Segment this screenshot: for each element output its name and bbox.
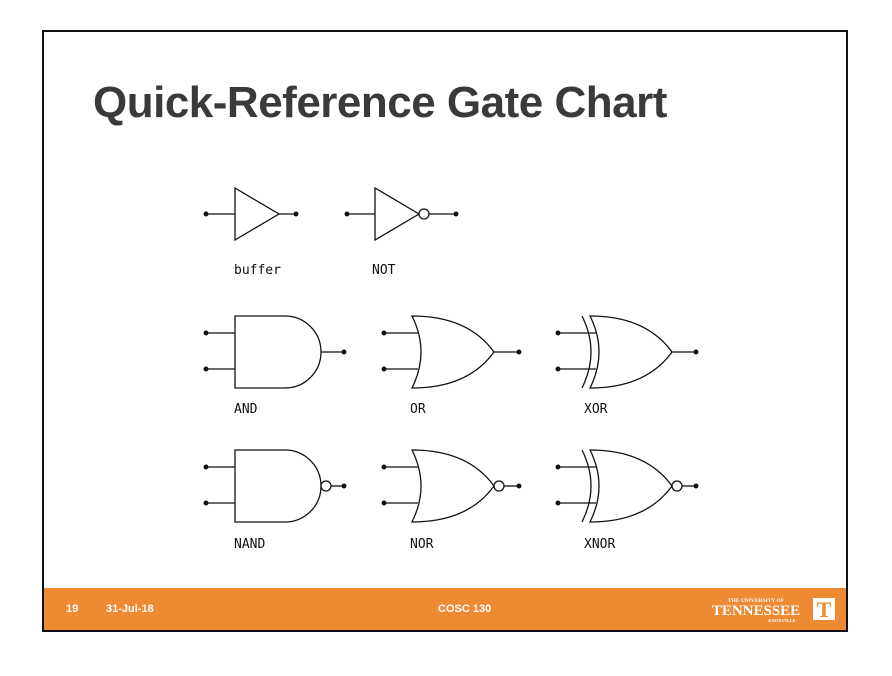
nor-gate-symbol xyxy=(381,449,522,523)
logo-mark-t: T xyxy=(817,597,832,622)
xnor-label: XNOR xyxy=(584,537,615,552)
buffer-gate-symbol xyxy=(203,186,299,242)
nand-label: NAND xyxy=(234,537,265,552)
logo-line3: KNOXVILLE xyxy=(768,618,796,623)
xor-label: XOR xyxy=(584,402,608,417)
slide-date: 31-Jul-18 xyxy=(106,603,154,615)
logo-line2: TENNESSEE xyxy=(712,603,800,619)
nand-gate-symbol xyxy=(203,449,347,523)
xor-gate-symbol xyxy=(555,315,699,389)
gate-chart: buffer NOT AND OR XOR NAND NOR XNOR xyxy=(203,186,699,552)
buffer-label: buffer xyxy=(234,263,281,278)
and-gate-symbol xyxy=(203,315,347,389)
course-code: COSC 130 xyxy=(438,603,492,615)
or-label: OR xyxy=(410,402,426,417)
slide-footer: 19 31-Jul-18 COSC 130 THE UNIVERSITY OF … xyxy=(44,588,846,630)
xnor-gate-symbol xyxy=(555,449,699,523)
not-gate-symbol xyxy=(344,186,459,242)
not-label: NOT xyxy=(372,263,396,278)
university-logo: THE UNIVERSITY OF TENNESSEE KNOXVILLE T xyxy=(712,597,835,623)
and-label: AND xyxy=(234,402,258,417)
page-number: 19 xyxy=(66,603,79,615)
slide: Quick-Reference Gate Chart buffer NOT AN… xyxy=(42,30,848,632)
or-gate-symbol xyxy=(381,315,522,389)
nor-label: NOR xyxy=(410,537,434,552)
